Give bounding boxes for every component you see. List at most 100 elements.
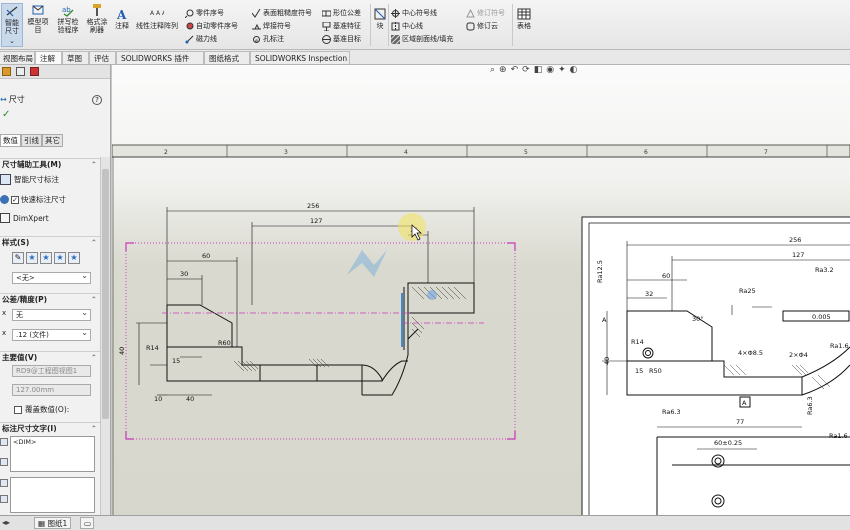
tab-evaluate[interactable]: 评估 — [89, 51, 116, 64]
section-dimension-text[interactable]: 标注尺寸文字(I) ⌃ — [0, 422, 100, 434]
centerline-label: 中心线 — [402, 22, 423, 30]
spell-check-button[interactable]: ab 拼写检 验程序 — [54, 3, 82, 34]
model-items-icon — [32, 5, 44, 15]
override-checkbox[interactable] — [14, 405, 22, 414]
subtab-other[interactable]: 其它 — [42, 134, 63, 147]
text-below-icon[interactable] — [0, 479, 8, 487]
zone-label: 4 — [404, 149, 408, 156]
dim-text-below-field[interactable] — [10, 477, 95, 513]
help-icon[interactable]: ? — [92, 95, 102, 105]
linear-note-pattern-button[interactable]: A A A 线性注释阵列 — [133, 7, 181, 30]
magnetic-line-button[interactable]: 磁力线 — [185, 33, 217, 45]
delete-style-icon[interactable]: ★ — [54, 252, 66, 264]
hole-callout-button[interactable]: ⌀ 孔标注 — [252, 33, 284, 45]
dim-text[interactable]: 40 — [118, 347, 126, 355]
section-primary-value[interactable]: 主要值(V) ⌃ — [0, 351, 100, 363]
ref-dim-text: 0.005 — [812, 313, 831, 321]
tab-solidworks-addins[interactable]: SOLIDWORKS 插件 — [116, 51, 204, 64]
sheet-tab[interactable]: ▦ 图纸1 — [34, 517, 72, 529]
save-style-icon[interactable]: ★ — [68, 252, 80, 264]
ref-dim-text: 256 — [789, 236, 801, 244]
format-painter-button[interactable]: 格式涂 刷器 — [84, 3, 110, 34]
text-above-icon[interactable] — [0, 438, 8, 446]
block-label: 块 — [376, 22, 384, 30]
primary-value-field[interactable]: 127.00mm — [12, 384, 91, 396]
ok-check-icon[interactable]: ✓ — [2, 109, 10, 120]
tab-sketch[interactable]: 草图 — [62, 51, 89, 64]
command-manager-tabs: 视图布局 注解 草图 评估 SOLIDWORKS 插件 图纸格式 SOLIDWO… — [0, 50, 850, 65]
dim-text[interactable]: 127 — [310, 217, 322, 225]
surface-finish-button[interactable]: 表面粗糙度符号 — [251, 7, 312, 19]
main-centerlines — [162, 312, 484, 324]
balloon-button[interactable]: 零件序号 — [184, 7, 224, 19]
dim-text[interactable]: 15 — [172, 357, 180, 365]
dim-text[interactable]: 30 — [180, 270, 188, 278]
area-hatch-button[interactable]: 区域剖面线/填充 — [390, 33, 453, 45]
table-button[interactable]: 表格 — [516, 7, 532, 30]
section-tolerance[interactable]: 公差/精度(P) ⌃ — [0, 293, 100, 305]
quick-dim-option[interactable]: ✓ 快速标注尺寸 — [0, 194, 100, 205]
quick-dim-checkbox[interactable]: ✓ — [11, 195, 19, 204]
table-icon — [517, 8, 531, 20]
section-dim-assist[interactable]: 尺寸辅助工具(M) ⌃ — [0, 158, 100, 170]
add-style-icon[interactable]: ★ — [26, 252, 38, 264]
centerline-button[interactable]: 中心线 — [391, 20, 423, 32]
revision-symbol-button[interactable]: 修订符号 — [466, 7, 505, 19]
revision-cloud-button[interactable]: 修订云 — [466, 20, 498, 32]
configuration-manager-icon[interactable] — [30, 67, 39, 76]
primary-name-field[interactable]: RD9@工程图视图1 — [12, 365, 91, 377]
watermark-logo — [347, 250, 387, 277]
dim-text[interactable]: 10 — [154, 395, 162, 403]
tab-sheet-format[interactable]: 图纸格式 — [204, 51, 250, 64]
model-items-button[interactable]: 模型项 目 — [26, 3, 50, 34]
dim-text[interactable]: 60 — [202, 252, 210, 260]
ref-dim-text: 15 — [635, 367, 643, 375]
section-style[interactable]: 样式(S) ⌃ — [0, 236, 100, 248]
style-select[interactable]: <无> — [12, 271, 91, 284]
tab-annotation[interactable]: 注解 — [35, 51, 62, 64]
feature-manager-icon[interactable] — [2, 67, 11, 76]
subtab-leaders[interactable]: 引线 — [21, 134, 42, 147]
dimxpert-option[interactable]: DimXpert — [0, 213, 100, 223]
panel-scrollbar[interactable] — [100, 157, 110, 515]
override-value-option[interactable]: 覆盖数值(O): — [14, 404, 110, 415]
note-button[interactable]: A 注释 — [113, 7, 131, 30]
surface-finish-icon — [251, 8, 261, 18]
ref-dim-text: 60 — [662, 272, 670, 280]
datum-target-button[interactable]: 基准目标 — [322, 33, 361, 45]
geometric-tolerance-button[interactable]: 形位公差 — [321, 7, 361, 19]
smart-dimension-button[interactable]: 智能尺寸 ⌄ — [1, 3, 23, 47]
sheet-zone-border — [112, 144, 850, 158]
tab-view-layout[interactable]: 视图布局 — [0, 51, 35, 64]
dim-text[interactable]: 40 — [186, 395, 194, 403]
dim-text[interactable]: R14 — [146, 344, 159, 352]
apply-default-style-icon[interactable]: ✎ — [12, 252, 24, 264]
text-hide-icon[interactable] — [0, 458, 8, 466]
sheet-nav-icon[interactable]: ◂▸ — [2, 518, 10, 527]
smart-dimension-icon — [6, 6, 18, 17]
panel-scrollbar-thumb[interactable] — [102, 169, 109, 419]
precision-select[interactable]: .12 (文件) — [12, 328, 91, 341]
update-style-icon[interactable]: ★ — [40, 252, 52, 264]
collapse-chevron-icon: ⌃ — [90, 238, 97, 247]
center-mark-button[interactable]: 中心符号线 — [391, 7, 437, 19]
property-manager-icon[interactable] — [16, 67, 25, 76]
add-sheet-button[interactable]: ▭ — [80, 517, 94, 529]
dim-text[interactable]: 256 — [307, 202, 319, 210]
dim-text[interactable]: R60 — [218, 339, 231, 347]
smart-dim-option[interactable]: 智能尺寸标注 — [0, 174, 100, 185]
subtab-value[interactable]: 数值 — [0, 134, 21, 147]
revision-cloud-label: 修订云 — [477, 22, 498, 30]
graphics-area[interactable]: ⌕ ⊕ ↶ ⟳ ◧ ◉ ✦ ◐ 2 3 4 5 6 7 256 127 60 3… — [112, 65, 850, 515]
datum-feature-button[interactable]: 基准特征 — [322, 20, 361, 32]
weld-symbol-button[interactable]: 焊接符号 — [252, 20, 291, 32]
block-button[interactable]: 块 — [373, 7, 387, 30]
text-below-hide-icon[interactable] — [0, 495, 8, 503]
balloon-label: 零件序号 — [196, 9, 224, 17]
dim-text-above-field[interactable]: <DIM> — [10, 436, 95, 472]
sheet-tab-label: 图纸1 — [47, 519, 68, 528]
spell-check-icon: ab — [62, 6, 74, 17]
auto-balloon-button[interactable]: 自动零件序号 — [185, 20, 238, 32]
tab-solidworks-inspection[interactable]: SOLIDWORKS Inspection — [250, 51, 350, 64]
tolerance-type-select[interactable]: 无 — [12, 308, 91, 321]
